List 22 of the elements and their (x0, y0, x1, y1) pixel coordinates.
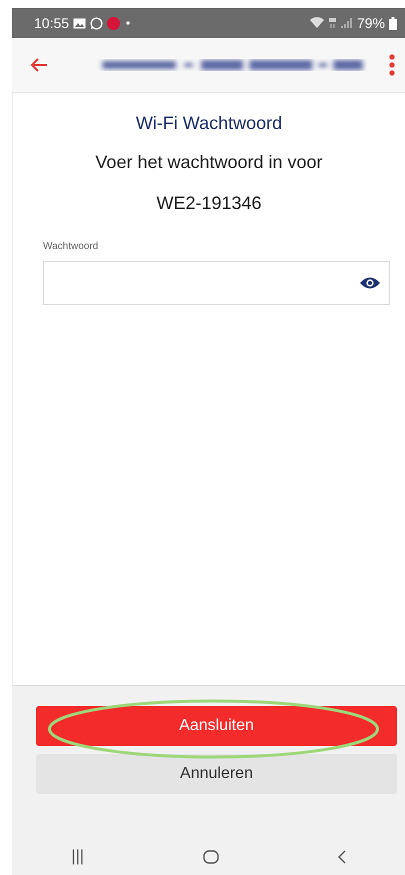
signal-icon (340, 17, 353, 29)
connect-button[interactable]: Aansluiten (36, 706, 397, 746)
image-icon (73, 18, 86, 28)
recent-apps-icon[interactable]: ||| (71, 848, 84, 866)
battery-icon (389, 16, 397, 30)
more-options-icon[interactable] (389, 54, 395, 76)
eye-icon[interactable] (359, 276, 381, 290)
app-icon (107, 16, 120, 30)
field-label: Wachtwoord (43, 241, 98, 252)
wifi-icon (310, 17, 324, 29)
back-arrow-icon[interactable] (30, 57, 48, 73)
clock: 10:55 (34, 15, 70, 31)
back-icon[interactable] (338, 850, 346, 864)
dot-icon (124, 19, 132, 27)
prompt-text: Voer het wachtwoord in voor (95, 152, 323, 173)
home-icon[interactable] (202, 850, 219, 864)
password-field[interactable] (43, 261, 390, 305)
chat-icon (90, 16, 104, 30)
dialog-title: Wi-Fi Wachtwoord (136, 113, 282, 134)
network-name: WE2-191346 (156, 193, 262, 214)
battery-percentage: 79% (356, 15, 385, 31)
cancel-button[interactable]: Annuleren (36, 754, 397, 794)
